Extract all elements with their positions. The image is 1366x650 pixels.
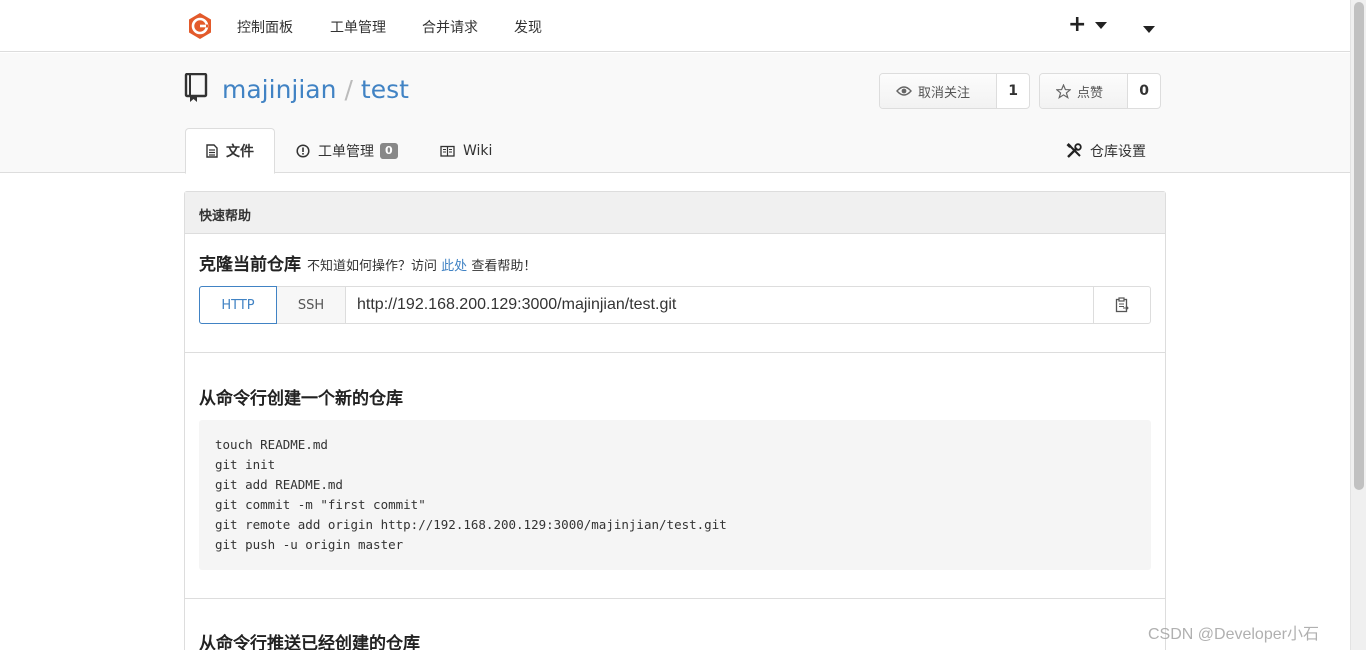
push-existing-title: 从命令行推送已经创建的仓库 (199, 634, 420, 650)
nav-issues[interactable]: 工单管理 (330, 17, 386, 37)
section-divider (185, 352, 1165, 353)
star-icon (1056, 83, 1071, 99)
command-line: git push -u origin master (215, 536, 404, 552)
watch-button-group: 取消关注 1 (879, 73, 1030, 109)
file-text-icon (206, 144, 218, 158)
book-icon (184, 73, 208, 102)
tab-settings-label: 仓库设置 (1090, 144, 1146, 160)
issues-count-badge: 0 (380, 143, 398, 159)
clipboard-icon (1115, 297, 1129, 313)
clone-help-link[interactable]: 此处 (441, 259, 467, 274)
tab-settings[interactable]: 仓库设置 (1066, 128, 1146, 174)
create-dropdown-caret-icon[interactable] (1095, 22, 1107, 29)
command-line: git commit -m "first commit" (215, 496, 426, 512)
copy-url-button[interactable] (1094, 287, 1150, 323)
star-button-group: 点赞 0 (1039, 73, 1161, 109)
new-repo-title: 从命令行创建一个新的仓库 (199, 389, 403, 409)
clone-url-bar: HTTP SSH (199, 286, 1151, 324)
scrollbar-thumb[interactable] (1354, 2, 1364, 490)
command-line: git add README.md (215, 476, 343, 492)
star-button[interactable]: 点赞 (1040, 74, 1129, 108)
watermark: CSDN @Developer小石 (1148, 626, 1319, 643)
command-line: git init (215, 456, 276, 472)
watch-count[interactable]: 1 (997, 74, 1029, 108)
quick-help-panel: 快速帮助 克隆当前仓库 不知道如何操作？访问 此处 查看帮助！ HTTP SSH … (184, 191, 1166, 650)
repo-separator: / (344, 75, 353, 104)
tab-wiki[interactable]: Wiki (440, 128, 492, 174)
issue-opened-icon (296, 144, 310, 158)
tab-files[interactable]: 文件 (185, 128, 275, 174)
tab-issues[interactable]: 工单管理 0 (296, 128, 398, 174)
clone-title: 克隆当前仓库 (199, 255, 301, 275)
eye-icon (896, 86, 912, 96)
clone-url-input[interactable] (346, 287, 1094, 323)
repo-name-link[interactable]: test (361, 75, 409, 104)
star-label: 点赞 (1077, 85, 1104, 101)
section-divider (185, 598, 1165, 599)
tab-issues-label: 工单管理 (318, 144, 374, 160)
new-repo-commands: touch README.md git init git add README.… (199, 420, 1151, 570)
tab-wiki-label: Wiki (463, 143, 493, 159)
clone-hint-after: 查看帮助！ (471, 259, 537, 274)
unwatch-button[interactable]: 取消关注 (880, 74, 998, 108)
repo-owner-link[interactable]: majinjian (222, 75, 336, 104)
nav-explore[interactable]: 发现 (514, 17, 542, 37)
star-count[interactable]: 0 (1128, 74, 1160, 108)
create-new-button[interactable]: + (1068, 13, 1086, 37)
nav-dashboard[interactable]: 控制面板 (237, 17, 293, 37)
user-menu-caret-icon[interactable] (1143, 26, 1155, 33)
nav-pulls[interactable]: 合并请求 (422, 17, 478, 37)
page-scrollbar[interactable] (1350, 0, 1366, 650)
tab-files-label: 文件 (226, 144, 254, 160)
repo-title: majinjian / test (222, 75, 409, 104)
book-open-icon (440, 145, 455, 157)
top-navbar: 控制面板 工单管理 合并请求 发现 + (0, 0, 1350, 52)
quick-help-header: 快速帮助 (185, 192, 1165, 234)
tools-icon (1066, 143, 1082, 158)
gitea-logo[interactable] (186, 12, 214, 40)
clone-hint-before: 不知道如何操作？访问 (307, 259, 438, 274)
unwatch-label: 取消关注 (918, 85, 971, 101)
command-line: git remote add origin http://192.168.200… (215, 516, 727, 532)
command-line: touch README.md (215, 437, 328, 452)
http-protocol-button[interactable]: HTTP (199, 286, 277, 324)
repo-header: majinjian / test 取消关注 1 点赞 0 文件 工单管理 0 W… (0, 53, 1350, 174)
clone-heading-row: 克隆当前仓库 不知道如何操作？访问 此处 查看帮助！ (199, 250, 536, 275)
ssh-protocol-button[interactable]: SSH (277, 287, 346, 323)
